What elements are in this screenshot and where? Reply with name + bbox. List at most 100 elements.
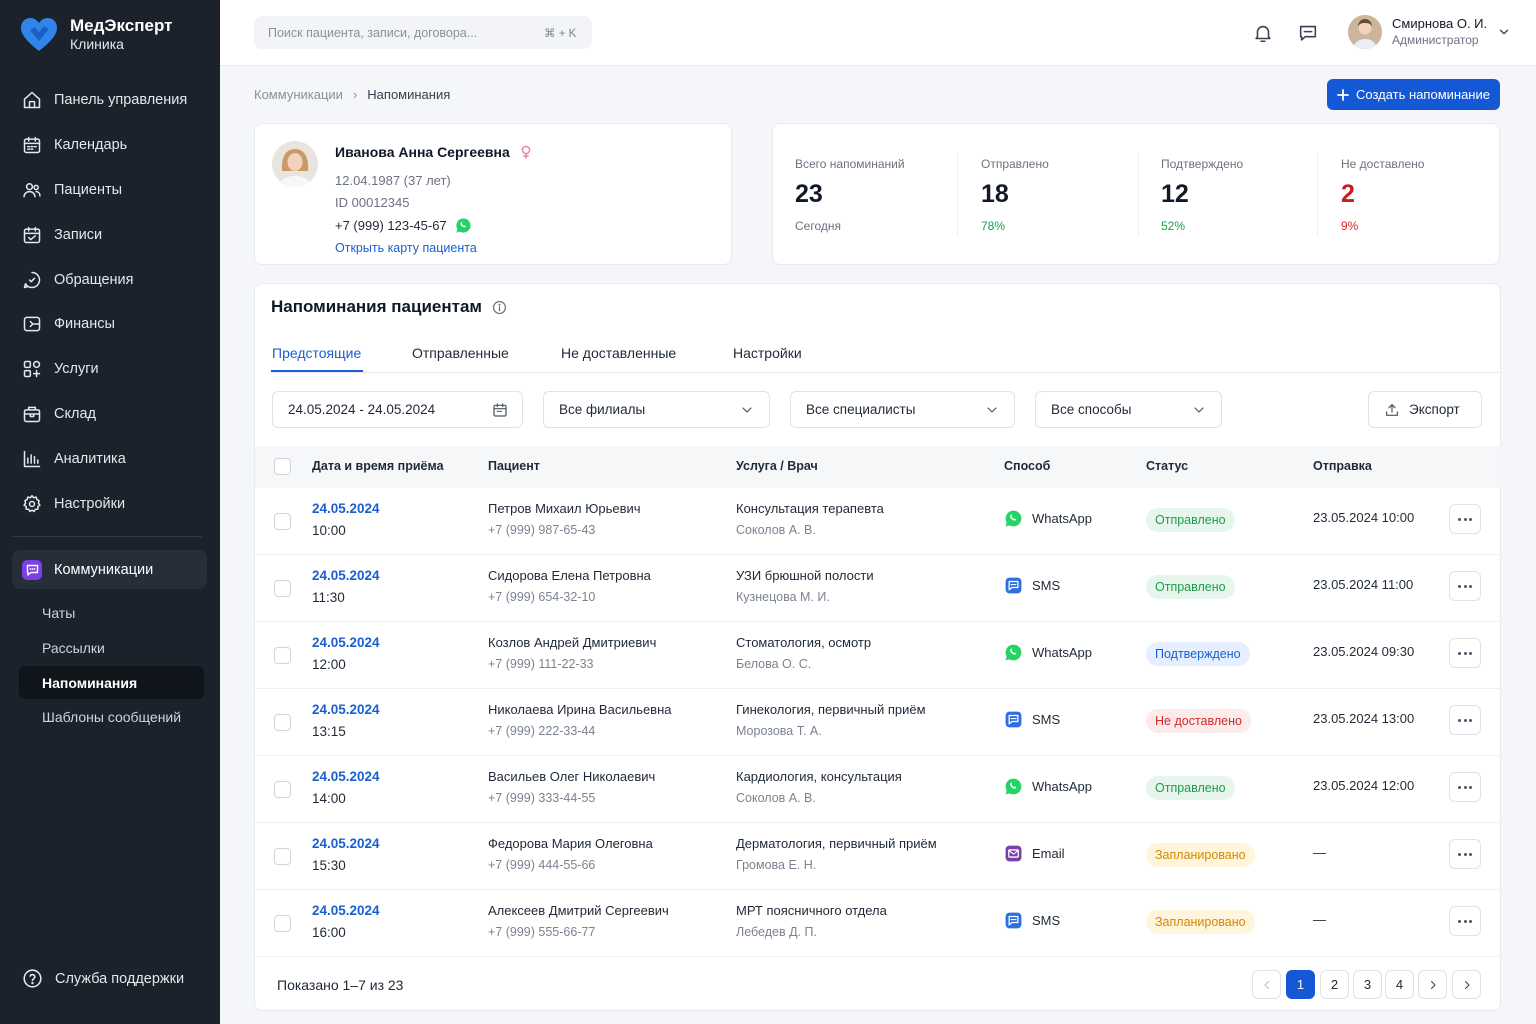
select-all-checkbox[interactable]	[274, 458, 291, 475]
column-header[interactable]: Пациент	[488, 459, 540, 473]
sidebar-item-label: Записи	[54, 226, 103, 243]
appointment-date[interactable]: 24.05.2024	[312, 769, 380, 784]
table-row[interactable]: 24.05.2024 12:00 Козлов Андрей Дмитриевич +…	[255, 622, 1501, 689]
table-row[interactable]: 24.05.2024 15:30 Федорова Мария Олеговна +7…	[255, 823, 1501, 890]
appointment-date[interactable]: 24.05.2024	[312, 501, 380, 516]
brand-logo[interactable]: МедЭксперт Клиника	[20, 16, 172, 53]
more-icon	[1458, 852, 1461, 856]
table-row[interactable]: 24.05.2024 10:00 Петров Михаил Юрьевич +7 (…	[255, 488, 1501, 555]
service-cell: Стоматология, осмотр	[736, 635, 872, 650]
sidebar-item-services[interactable]: Услуги	[12, 347, 208, 392]
date-range-filter[interactable]: 24.05.2024 - 24.05.2024	[272, 391, 523, 428]
patient-name-cell[interactable]: Николаева Ирина Васильевна	[488, 702, 672, 717]
wallet-icon	[22, 314, 42, 334]
row-checkbox[interactable]	[274, 580, 291, 597]
doctor-cell: Соколов А. В.	[736, 523, 816, 537]
row-checkbox[interactable]	[274, 848, 291, 865]
page-button[interactable]: 2	[1320, 970, 1349, 999]
sidebar-item-calendar[interactable]: Календарь	[12, 123, 208, 168]
tab-upcoming[interactable]: Предстоящие	[272, 345, 361, 361]
first-page-button[interactable]	[1252, 970, 1281, 999]
patient-name-cell[interactable]: Козлов Андрей Дмитриевич	[488, 635, 656, 650]
info-icon[interactable]	[492, 300, 507, 315]
column-header[interactable]: Отправка	[1313, 459, 1372, 473]
table-row[interactable]: 24.05.2024 14:00 Васильев Олег Николаевич +…	[255, 756, 1501, 823]
whatsapp-icon	[1004, 643, 1023, 662]
row-actions-button[interactable]	[1449, 772, 1481, 802]
patient-name-cell[interactable]: Алексеев Дмитрий Сергеевич	[488, 903, 669, 918]
appointment-time: 10:00	[312, 523, 346, 538]
sidebar-item-analytics[interactable]: Аналитика	[12, 436, 208, 481]
page-button[interactable]: 4	[1385, 970, 1414, 999]
message-icon[interactable]	[1297, 22, 1319, 44]
appointment-date[interactable]: 24.05.2024	[312, 568, 380, 583]
column-header[interactable]: Способ	[1004, 459, 1050, 473]
appointment-time: 11:30	[312, 590, 345, 605]
row-checkbox[interactable]	[274, 714, 291, 731]
tab-failed[interactable]: Не доставленные	[561, 345, 676, 361]
table-row[interactable]: 24.05.2024 11:30 Сидорова Елена Петровна +7…	[255, 555, 1501, 622]
row-actions-button[interactable]	[1449, 571, 1481, 601]
sent-time-cell: 23.05.2024 13:00	[1313, 711, 1415, 726]
row-actions-button[interactable]	[1449, 504, 1481, 534]
row-actions-button[interactable]	[1449, 705, 1481, 735]
table-row[interactable]: 24.05.2024 13:15 Николаева Ирина Васильевн…	[255, 689, 1501, 756]
row-actions-button[interactable]	[1449, 638, 1481, 668]
bell-icon[interactable]	[1252, 22, 1274, 44]
stat-value: 2	[1341, 180, 1355, 208]
sidebar-subitem-templates[interactable]: Шаблоны сообщений	[19, 700, 204, 733]
sidebar-subitem-chats[interactable]: Чаты	[19, 596, 204, 629]
specialists-filter[interactable]: Все специалисты	[790, 391, 1015, 428]
row-checkbox[interactable]	[274, 647, 291, 664]
patient-name-cell[interactable]: Федорова Мария Олеговна	[488, 836, 653, 851]
next-page-button[interactable]	[1418, 970, 1447, 999]
sidebar-item-appeals[interactable]: Обращения	[12, 257, 208, 302]
row-actions-button[interactable]	[1449, 839, 1481, 869]
sidebar-item-communications[interactable]: Коммуникации	[12, 550, 207, 589]
table-row[interactable]: 24.05.2024 16:00 Алексеев Дмитрий Сергееви…	[255, 890, 1501, 957]
stat-label: Не доставлено	[1341, 157, 1425, 171]
column-header[interactable]: Услуга / Врач	[736, 459, 818, 473]
more-icon	[1463, 584, 1467, 588]
whatsapp-icon[interactable]	[455, 217, 472, 234]
appointment-date[interactable]: 24.05.2024	[312, 702, 380, 717]
patient-name-cell[interactable]: Петров Михаил Юрьевич	[488, 501, 641, 516]
column-header[interactable]: Дата и время приёма	[312, 459, 444, 473]
doctor-cell: Лебедев Д. П.	[736, 925, 817, 939]
status-badge: Запланировано	[1146, 910, 1255, 934]
sidebar-item-settings[interactable]: Настройки	[12, 481, 208, 526]
user-menu[interactable]: Смирнова О. И. Администратор	[1348, 15, 1511, 49]
sidebar-item-finance[interactable]: Финансы	[12, 302, 208, 347]
appointment-date[interactable]: 24.05.2024	[312, 635, 380, 650]
row-actions-button[interactable]	[1449, 906, 1481, 936]
search-input[interactable]	[254, 16, 592, 49]
appointment-date[interactable]: 24.05.2024	[312, 903, 380, 918]
branches-filter[interactable]: Все филиалы	[543, 391, 770, 428]
export-button[interactable]: Экспорт	[1368, 391, 1482, 428]
column-header[interactable]: Статус	[1146, 459, 1188, 473]
methods-filter[interactable]: Все способы	[1035, 391, 1222, 428]
row-checkbox[interactable]	[274, 513, 291, 530]
patient-name-cell[interactable]: Сидорова Елена Петровна	[488, 568, 651, 583]
row-checkbox[interactable]	[274, 915, 291, 932]
page-button[interactable]: 3	[1353, 970, 1382, 999]
create-reminder-button[interactable]: Создать напоминание	[1327, 79, 1500, 110]
sidebar-subitem-reminders[interactable]: Напоминания	[19, 666, 204, 699]
sidebar-item-patients[interactable]: Пациенты	[12, 168, 208, 213]
page-button[interactable]: 1	[1286, 970, 1315, 999]
last-page-button[interactable]	[1452, 970, 1481, 999]
chevron-down-icon	[739, 402, 755, 418]
appointment-date[interactable]: 24.05.2024	[312, 836, 380, 851]
open-patient-card-link[interactable]: Открыть карту пациента	[335, 241, 477, 255]
tab-sent[interactable]: Отправленные	[412, 345, 509, 361]
support-link[interactable]: Служба поддержки	[22, 968, 184, 989]
home-icon	[22, 90, 42, 110]
sidebar-item-warehouse[interactable]: Склад	[12, 392, 208, 437]
sidebar-item-dashboard[interactable]: Панель управления	[12, 78, 208, 123]
sidebar-item-records[interactable]: Записи	[12, 212, 208, 257]
patient-name-cell[interactable]: Васильев Олег Николаевич	[488, 769, 655, 784]
breadcrumb-parent[interactable]: Коммуникации	[254, 87, 343, 102]
tab-settings[interactable]: Настройки	[733, 345, 802, 361]
sidebar-subitem-mailings[interactable]: Рассылки	[19, 631, 204, 664]
row-checkbox[interactable]	[274, 781, 291, 798]
